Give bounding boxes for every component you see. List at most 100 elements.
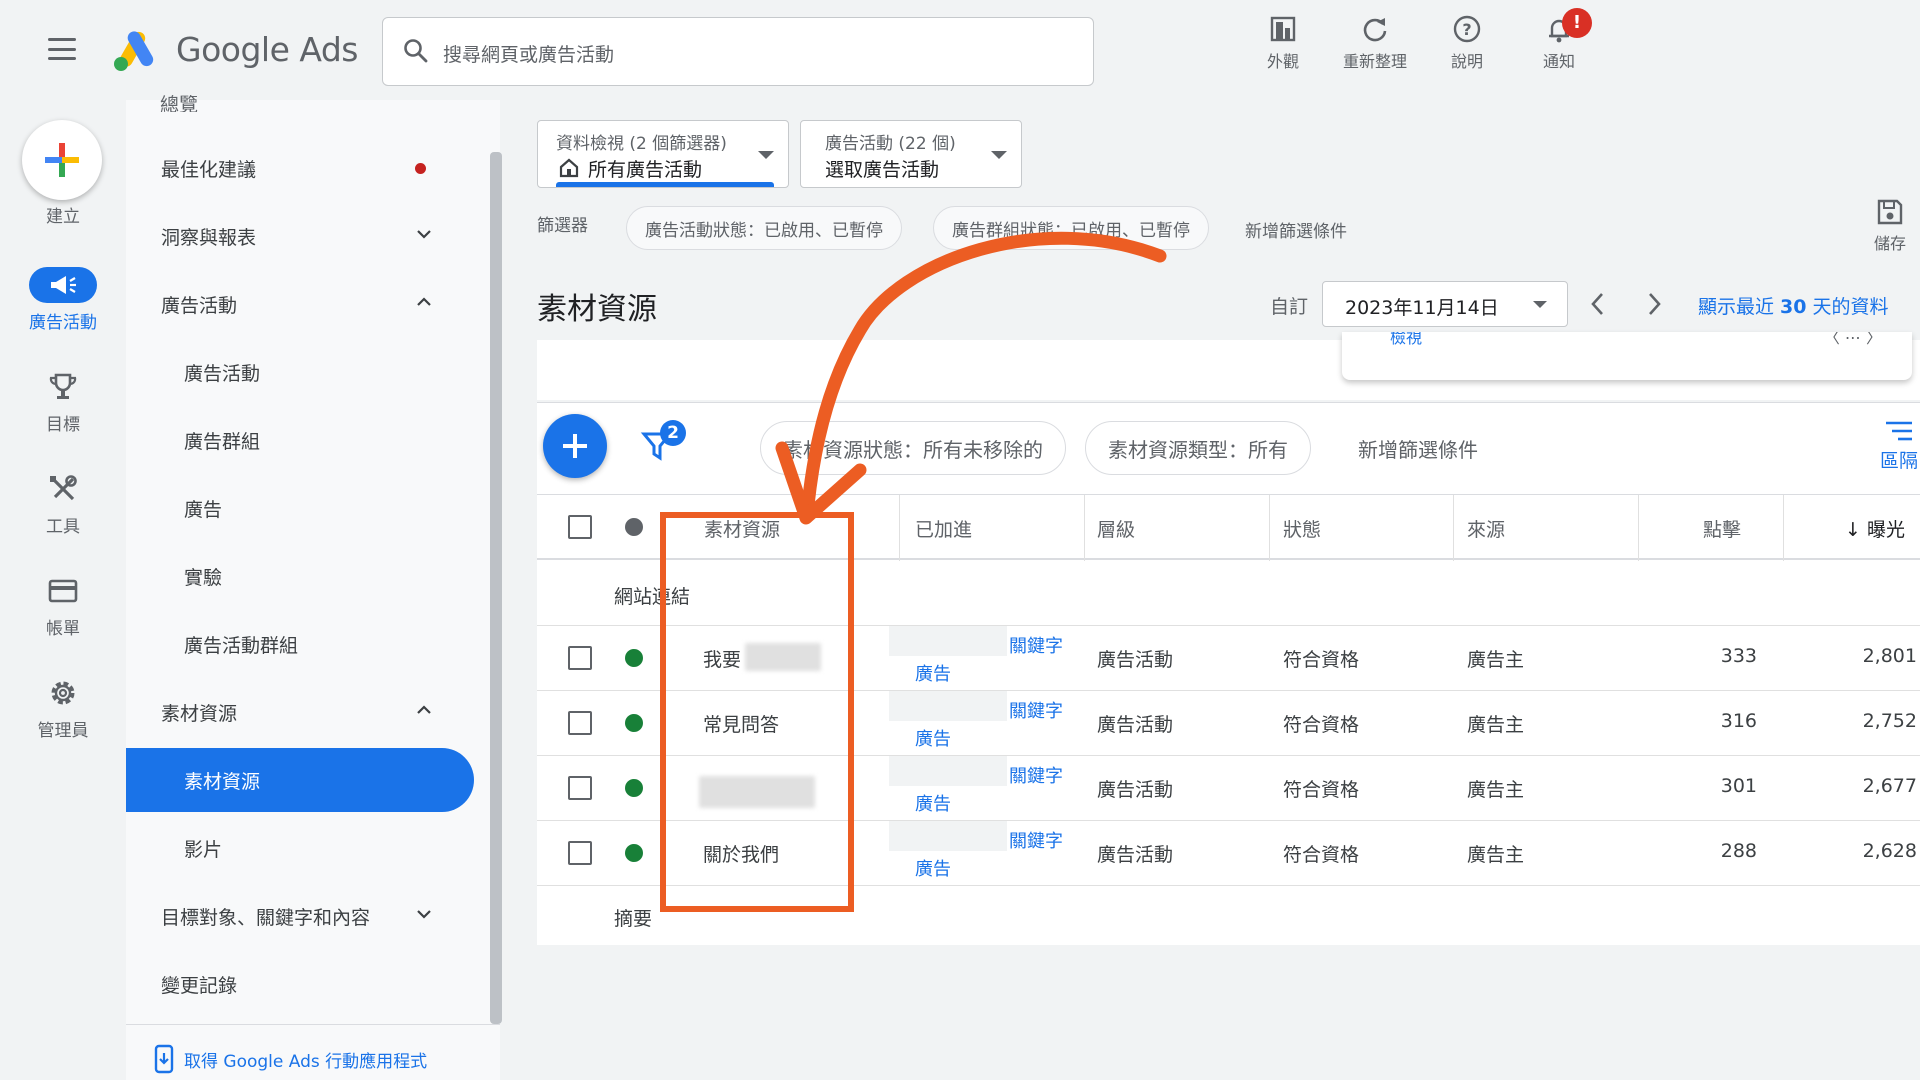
impressions-cell: 2,628	[1862, 840, 1917, 862]
col-source[interactable]: 來源	[1467, 515, 1505, 542]
popup-cut-link[interactable]: 檢視	[1390, 332, 1422, 348]
last30-number: 30	[1780, 296, 1807, 318]
source-cell: 廣告主	[1467, 844, 1525, 866]
chevron-up-icon	[417, 297, 431, 306]
chevron-down-icon	[417, 910, 431, 919]
nav-ad-groups[interactable]: 廣告群組	[126, 408, 474, 472]
add-table-filter-link[interactable]: 新增篩選條件	[1358, 434, 1478, 463]
nav-campaigns-group[interactable]: 廣告活動	[126, 272, 474, 336]
impressions-cell: 2,752	[1862, 710, 1917, 732]
last-30-days-link[interactable]: 顯示最近 30 天的資料	[1698, 292, 1889, 319]
filter-chip-asset-type[interactable]: 素材資源類型：所有	[1085, 421, 1311, 475]
nav-scrollbar[interactable]	[490, 152, 502, 1024]
rail-campaigns[interactable]: 廣告活動	[0, 266, 126, 333]
select-all-checkbox[interactable]	[568, 515, 592, 539]
appearance-icon	[1270, 16, 1296, 42]
chevron-right-icon[interactable]	[1642, 290, 1666, 318]
create-label: 建立	[46, 207, 80, 227]
rail-tools[interactable]: 工具	[0, 470, 126, 537]
data-view-caption: 資料檢視 (2 個篩選器)	[556, 134, 727, 154]
nav-assets-group[interactable]: 素材資源	[126, 680, 474, 744]
redacted-block	[889, 626, 1007, 656]
added-ad-link[interactable]: 廣告	[915, 660, 951, 686]
filter-chip-campaign-status[interactable]: 廣告活動狀態：已啟用、已暫停	[626, 206, 902, 250]
source-cell: 廣告主	[1467, 714, 1525, 736]
nav-experiments[interactable]: 實驗	[126, 544, 474, 608]
left-rail: 建立 廣告活動 目標 工具 帳單 管理員	[0, 100, 126, 1080]
nav-change-history[interactable]: 變更記錄	[126, 952, 474, 1016]
filter-chip-asset-status[interactable]: 素材資源狀態：所有未移除的	[760, 421, 1066, 475]
added-ad-link[interactable]: 廣告	[915, 855, 951, 881]
status-cell: 符合資格	[1283, 779, 1360, 801]
status-dot-icon[interactable]	[625, 518, 643, 536]
megaphone-icon	[51, 276, 76, 294]
added-ad-link[interactable]: 廣告	[915, 790, 951, 816]
nav-label: 廣告活動	[161, 294, 238, 317]
create-button[interactable]	[22, 120, 102, 200]
nav-insights-reports[interactable]: 洞察與報表	[126, 204, 474, 268]
chevron-left-icon[interactable]	[1586, 290, 1610, 318]
rail-billing[interactable]: 帳單	[0, 572, 126, 639]
help-button[interactable]: ? 說明	[1424, 12, 1510, 80]
added-keyword-link[interactable]: 關鍵字	[1009, 632, 1063, 658]
row-checkbox[interactable]	[568, 776, 592, 800]
source-cell: 廣告主	[1467, 649, 1525, 671]
col-divider	[1453, 495, 1454, 561]
summary-label: 摘要	[614, 908, 653, 930]
level-cell: 廣告活動	[1097, 714, 1174, 736]
col-added[interactable]: 已加進	[915, 515, 972, 542]
col-divider	[1638, 495, 1639, 561]
rail-admin[interactable]: 管理員	[0, 674, 126, 741]
notifications-button[interactable]: ! 通知	[1516, 8, 1602, 80]
nav-videos[interactable]: 影片	[126, 816, 474, 880]
nav-campaigns[interactable]: 廣告活動	[126, 340, 474, 404]
refresh-button[interactable]: 重新整理	[1332, 12, 1418, 80]
nav-recommendations[interactable]: 最佳化建議	[126, 136, 474, 200]
plus-icon	[563, 434, 587, 458]
popup-cut-nav[interactable]: 〈 ⋯ 〉	[1824, 332, 1882, 348]
google-ads-logo	[114, 31, 154, 71]
segment-label: 區隔	[1880, 450, 1919, 472]
filter-chip-adgroup-status[interactable]: 廣告群組狀態：已啟用、已暫停	[933, 206, 1209, 250]
added-keyword-link[interactable]: 關鍵字	[1009, 827, 1063, 853]
credit-card-icon	[48, 579, 78, 603]
add-filter-link[interactable]: 新增篩選條件	[1245, 217, 1347, 242]
added-ad-link[interactable]: 廣告	[915, 725, 951, 751]
search-input[interactable]: 搜尋網頁或廣告活動	[382, 17, 1094, 86]
mobile-app-link[interactable]: 取得 Google Ads 行動應用程式	[154, 1044, 427, 1074]
app-brand[interactable]: Google Ads	[176, 30, 359, 69]
save-button[interactable]: 儲存	[1866, 198, 1914, 254]
help-label: 說明	[1450, 52, 1483, 71]
col-clicks[interactable]: 點擊	[1703, 515, 1741, 542]
active-underline	[556, 182, 774, 187]
row-checkbox[interactable]	[568, 841, 592, 865]
added-keyword-link[interactable]: 關鍵字	[1009, 762, 1063, 788]
nav-label: 廣告	[184, 498, 223, 521]
date-value: 2023年11月14日	[1345, 297, 1499, 319]
caret-down-icon	[1533, 301, 1547, 308]
col-impressions[interactable]: ↓ 曝光	[1845, 515, 1905, 542]
col-level[interactable]: 層級	[1097, 515, 1135, 542]
add-asset-button[interactable]	[543, 414, 607, 478]
date-picker[interactable]: 2023年11月14日	[1322, 281, 1568, 327]
menu-icon[interactable]	[48, 38, 76, 60]
nav-overview-cut[interactable]: 總覽	[160, 90, 198, 112]
nav-campaign-groups[interactable]: 廣告活動群組	[126, 612, 474, 676]
refresh-icon	[1363, 18, 1387, 42]
col-status[interactable]: 狀態	[1283, 515, 1321, 542]
alert-dot-icon	[415, 163, 426, 174]
rail-goals[interactable]: 目標	[0, 368, 126, 435]
data-view-selector[interactable]: 資料檢視 (2 個篩選器) 所有廣告活動	[537, 120, 789, 188]
added-keyword-link[interactable]: 關鍵字	[1009, 697, 1063, 723]
nav-audiences-keywords[interactable]: 目標對象、關鍵字和內容	[126, 884, 474, 948]
trophy-icon	[49, 373, 77, 399]
nav-assets[interactable]: 素材資源	[126, 748, 474, 812]
nav-label: 廣告活動群組	[184, 634, 299, 657]
eligible-status-icon	[625, 844, 643, 862]
row-checkbox[interactable]	[568, 646, 592, 670]
nav-ads[interactable]: 廣告	[126, 476, 474, 540]
row-checkbox[interactable]	[568, 711, 592, 735]
appearance-button[interactable]: 外觀	[1240, 12, 1326, 80]
campaign-selector[interactable]: 廣告活動 (22 個) 選取廣告活動	[800, 120, 1022, 188]
segment-button[interactable]: 區隔	[1880, 420, 1918, 473]
